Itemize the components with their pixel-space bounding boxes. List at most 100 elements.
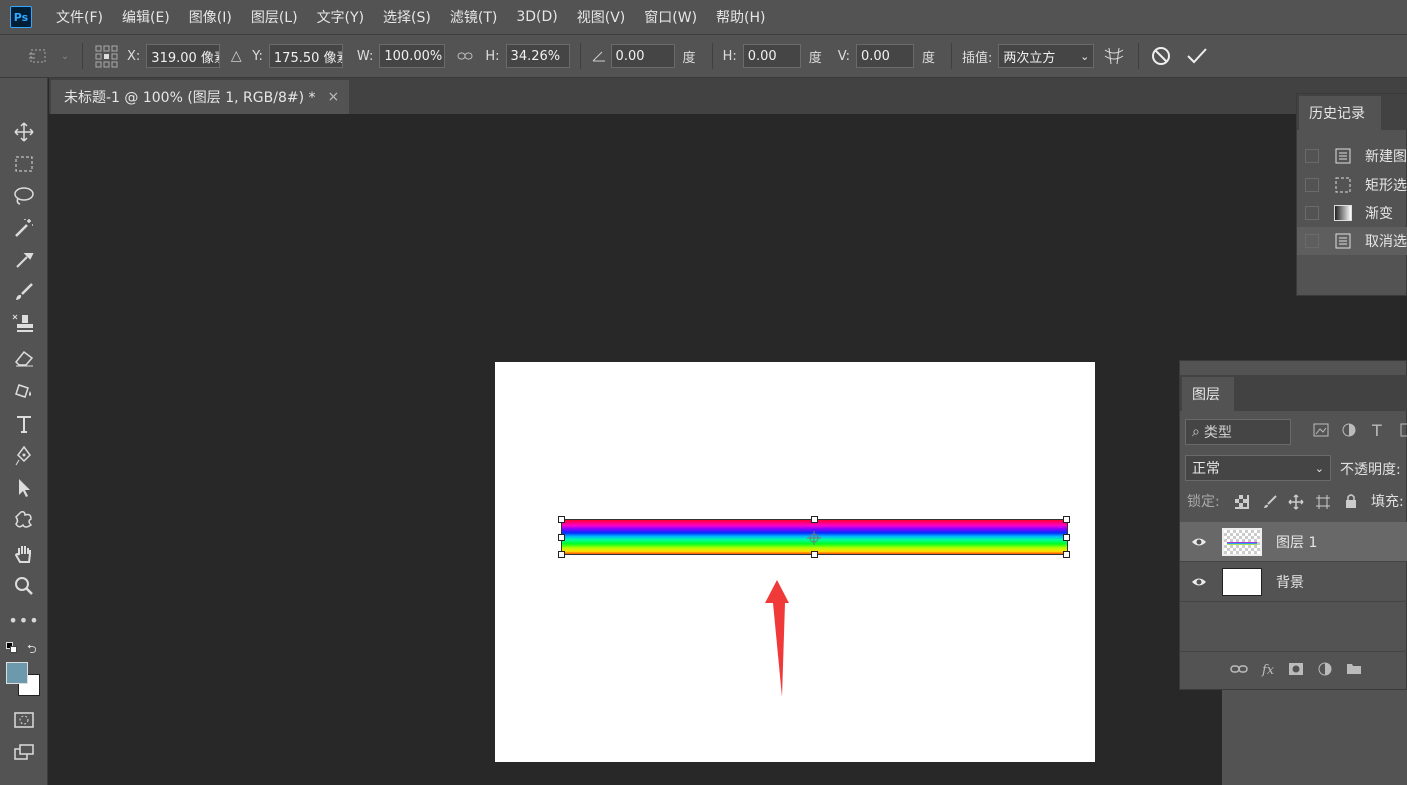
swap-colors-icon[interactable]: ⮌: [27, 640, 37, 661]
history-item[interactable]: 渐变: [1297, 199, 1407, 227]
transform-handle[interactable]: [1063, 534, 1070, 541]
shape-filter-icon[interactable]: [1400, 423, 1407, 441]
reference-point-icon[interactable]: [93, 44, 119, 68]
blend-mode-select[interactable]: 正常 ⌄: [1185, 455, 1331, 481]
quick-mask-icon[interactable]: [8, 706, 40, 734]
eye-icon[interactable]: [1190, 577, 1208, 587]
brush-tool-icon[interactable]: [8, 278, 40, 306]
move-tool-icon[interactable]: [8, 118, 40, 146]
pen-tool-icon[interactable]: [8, 442, 40, 470]
vskew-field[interactable]: 0.00: [855, 44, 914, 68]
menu-file[interactable]: 文件(F): [56, 7, 103, 27]
transform-handle[interactable]: [811, 551, 818, 558]
document-canvas[interactable]: [495, 362, 1095, 762]
hand-tool-icon[interactable]: [8, 540, 40, 568]
foreground-color-swatch[interactable]: [6, 662, 28, 684]
layer-name: 图层 1: [1276, 534, 1318, 551]
layer-thumbnail[interactable]: [1222, 567, 1262, 596]
fx-icon[interactable]: fx: [1262, 663, 1274, 678]
history-checkbox[interactable]: [1305, 178, 1319, 192]
cancel-transform-icon[interactable]: [1143, 46, 1179, 66]
menu-edit[interactable]: 编辑(E): [122, 7, 170, 27]
menu-layer[interactable]: 图层(L): [251, 7, 298, 27]
eye-icon[interactable]: [1190, 537, 1208, 547]
layer-row-selected[interactable]: 图层 1: [1180, 522, 1407, 562]
layer-thumbnail[interactable]: [1222, 527, 1262, 556]
history-item-selected[interactable]: 取消选: [1297, 227, 1407, 255]
history-item[interactable]: 新建图: [1297, 142, 1407, 170]
menu-view[interactable]: 视图(V): [577, 7, 626, 27]
menu-window[interactable]: 窗口(W): [644, 7, 697, 27]
zoom-tool-icon[interactable]: [8, 572, 40, 600]
transform-handle[interactable]: [1063, 516, 1070, 523]
transform-handle[interactable]: [558, 551, 565, 558]
folder-icon[interactable]: [1346, 662, 1362, 679]
adjustment-layer-icon[interactable]: [1318, 662, 1332, 680]
transform-handle[interactable]: [811, 516, 818, 523]
history-checkbox[interactable]: [1305, 206, 1319, 220]
transform-handle[interactable]: [558, 516, 565, 523]
warp-icon[interactable]: [1094, 46, 1134, 66]
tab-history[interactable]: 历史记录: [1299, 96, 1381, 130]
lasso-tool-icon[interactable]: [8, 182, 40, 210]
history-item[interactable]: 矩形选: [1297, 171, 1407, 199]
commit-transform-icon[interactable]: [1179, 47, 1215, 65]
lock-artboard-icon[interactable]: [1315, 494, 1331, 514]
divider: [82, 43, 83, 69]
x-field[interactable]: 319.00 像素: [146, 44, 221, 68]
paint-bucket-tool-icon[interactable]: [8, 376, 40, 404]
transform-handle[interactable]: [558, 534, 565, 541]
type-filter-icon[interactable]: T: [1372, 421, 1382, 440]
eyedropper-tool-icon[interactable]: [8, 246, 40, 274]
marquee-tool-icon[interactable]: [8, 150, 40, 178]
panel-dock: [1222, 690, 1407, 785]
layer-row[interactable]: 背景: [1180, 562, 1407, 602]
red-arrow-annotation: [765, 580, 789, 697]
document-tab[interactable]: 未标题-1 @ 100% (图层 1, RGB/8#) * ×: [51, 80, 349, 114]
delta-icon[interactable]: △: [220, 48, 252, 64]
angle-field[interactable]: 0.00: [610, 44, 675, 68]
clone-stamp-tool-icon[interactable]: [8, 310, 40, 338]
transform-tool-icon[interactable]: [22, 46, 58, 66]
layers-footer: fx: [1180, 651, 1407, 689]
hskew-field[interactable]: 0.00: [742, 44, 801, 68]
menu-3d[interactable]: 3D(D): [516, 9, 557, 25]
menu-select[interactable]: 选择(S): [383, 7, 431, 27]
layer-filter-select[interactable]: ⌕ 类型: [1185, 419, 1291, 445]
transform-handle[interactable]: [1063, 551, 1070, 558]
menu-image[interactable]: 图像(I): [189, 7, 232, 27]
add-mask-icon[interactable]: [1288, 662, 1304, 680]
chevron-down-icon[interactable]: ⌄: [58, 51, 72, 62]
history-panel: 历史记录 新建图 矩形选 渐变 取消选: [1296, 93, 1407, 296]
close-icon[interactable]: ×: [328, 89, 340, 105]
image-filter-icon[interactable]: [1313, 423, 1329, 441]
lock-position-icon[interactable]: [1288, 494, 1304, 514]
y-field[interactable]: 175.50 像素: [268, 44, 343, 68]
custom-shape-tool-icon[interactable]: [8, 506, 40, 534]
lock-pixels-icon[interactable]: [1262, 494, 1278, 514]
history-checkbox[interactable]: [1305, 149, 1319, 163]
eraser-tool-icon[interactable]: [8, 344, 40, 372]
interpolation-select[interactable]: 两次立方 ⌄: [998, 44, 1095, 68]
default-colors-icon[interactable]: [6, 642, 18, 654]
tab-layers[interactable]: 图层: [1182, 377, 1234, 411]
reference-point-icon[interactable]: [806, 530, 822, 550]
menu-help[interactable]: 帮助(H): [716, 7, 765, 27]
path-selection-tool-icon[interactable]: [8, 474, 40, 502]
interpolation-label: 插值:: [961, 50, 993, 66]
link-icon[interactable]: [445, 51, 485, 61]
lock-transparent-icon[interactable]: [1235, 495, 1249, 513]
menu-type[interactable]: 文字(Y): [317, 7, 364, 27]
w-field[interactable]: 100.00%: [379, 44, 446, 68]
menu-filter[interactable]: 滤镜(T): [450, 7, 497, 27]
h-field[interactable]: 34.26%: [505, 44, 570, 68]
history-checkbox[interactable]: [1305, 234, 1319, 248]
adjustment-filter-icon[interactable]: [1342, 423, 1356, 441]
link-layers-icon[interactable]: [1230, 663, 1248, 678]
type-tool-icon[interactable]: [8, 410, 40, 438]
screen-mode-icon[interactable]: [8, 738, 40, 766]
more-tools-icon[interactable]: •••: [8, 606, 40, 634]
history-label: 渐变: [1365, 206, 1393, 222]
magic-wand-tool-icon[interactable]: [8, 214, 40, 242]
lock-all-icon[interactable]: [1344, 493, 1358, 513]
